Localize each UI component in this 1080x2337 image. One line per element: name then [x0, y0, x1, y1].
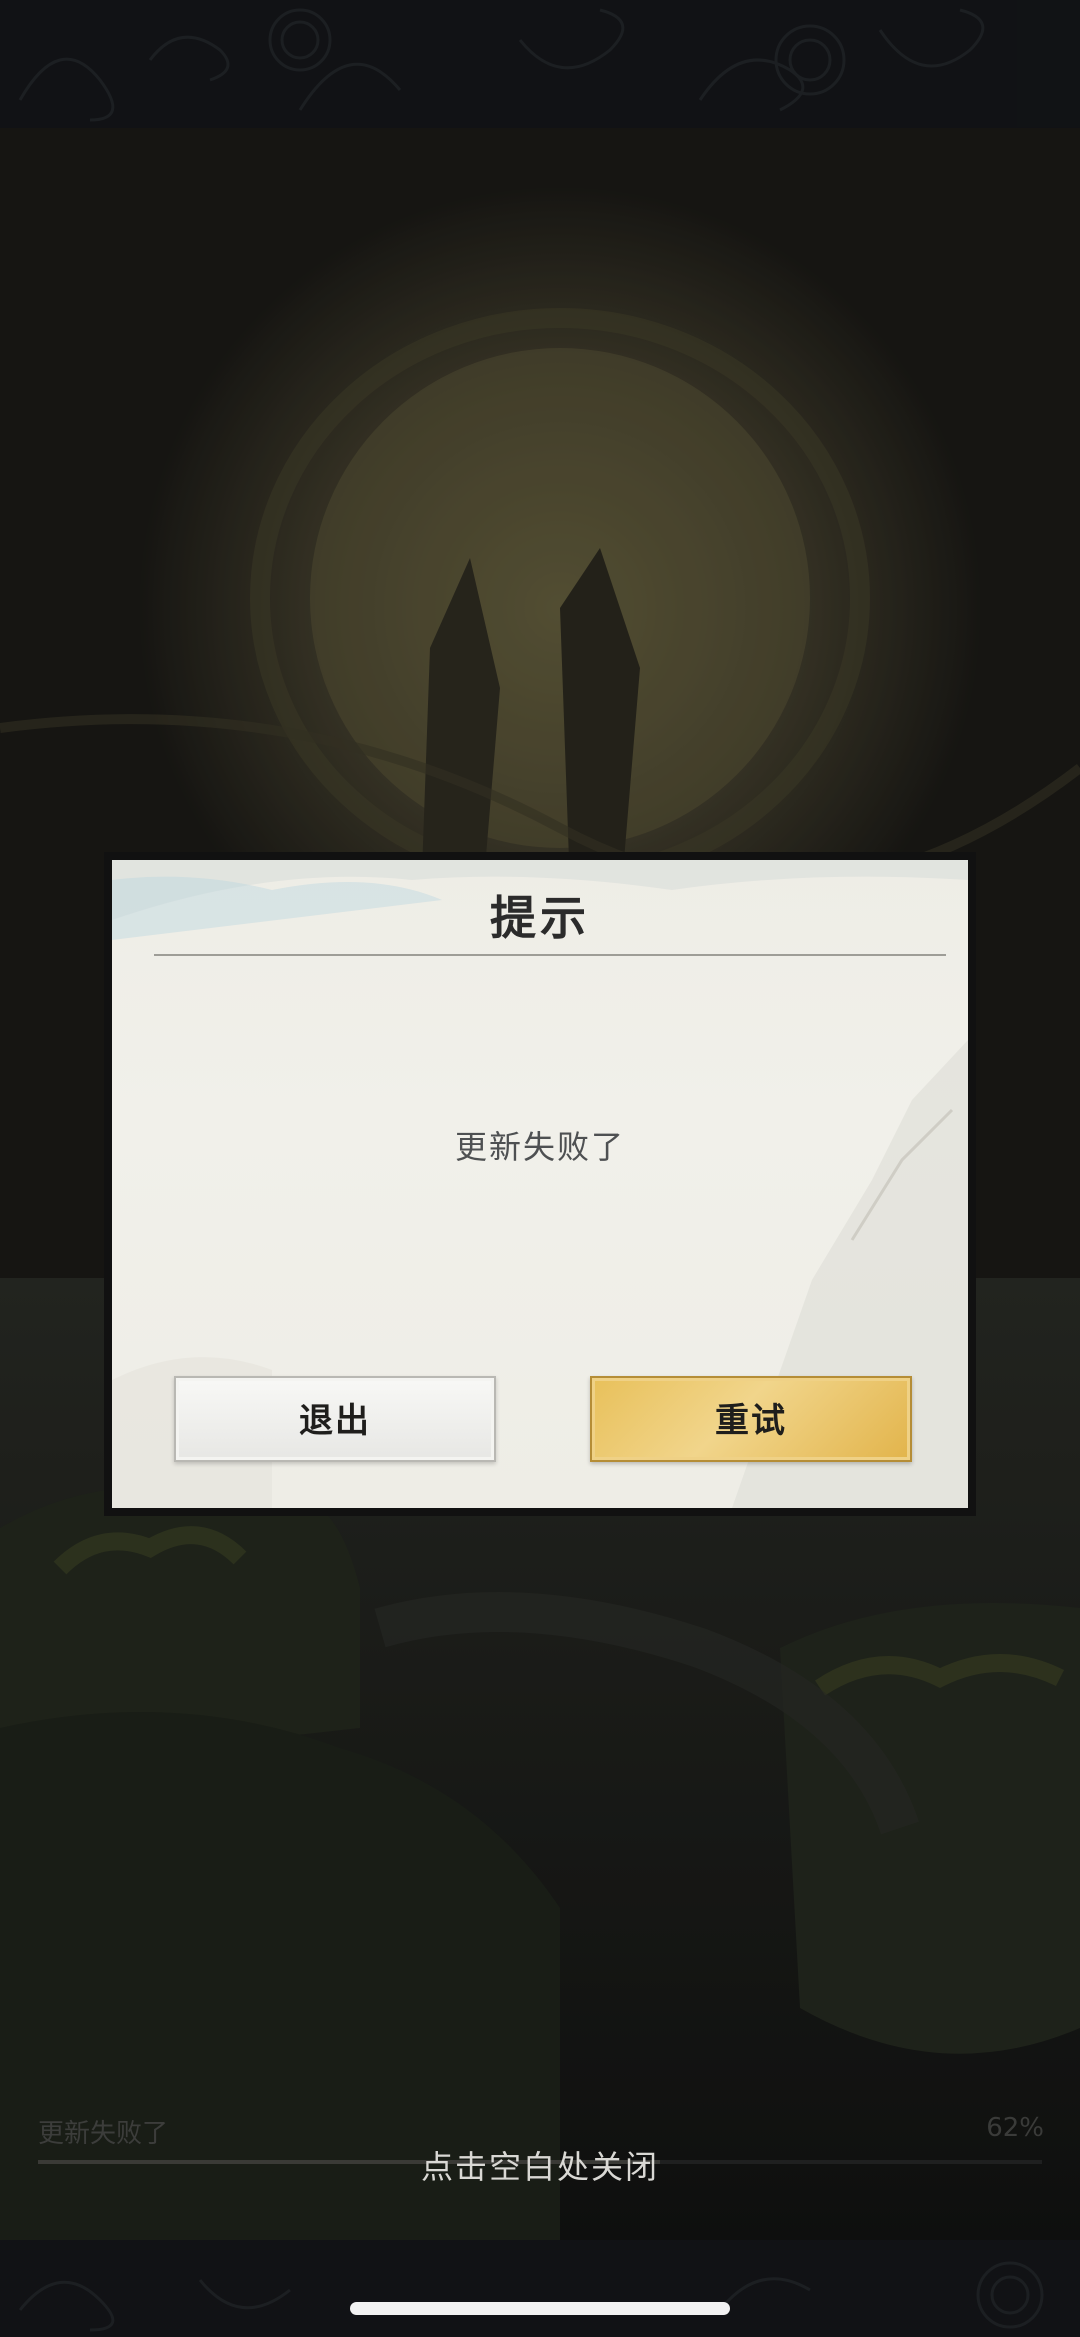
update-progress-percent: 62%: [986, 2113, 1044, 2143]
retry-button[interactable]: 重试: [590, 1376, 912, 1462]
dialog-paper: 提示 更新失败了 退出 重试: [112, 860, 968, 1508]
title-divider: [154, 954, 946, 956]
exit-button[interactable]: 退出: [174, 1376, 496, 1462]
home-indicator[interactable]: [350, 2302, 730, 2315]
game-screen: 更新失败了 62% 点击空白处关闭 提示 更新失败了 退出 重试: [0, 0, 1080, 2337]
update-failed-dialog: 提示 更新失败了 退出 重试: [104, 852, 976, 1516]
dialog-title: 提示: [490, 891, 590, 945]
dialog-message: 更新失败了: [454, 1128, 625, 1166]
tap-to-close-hint: 点击空白处关闭: [420, 2148, 659, 2186]
